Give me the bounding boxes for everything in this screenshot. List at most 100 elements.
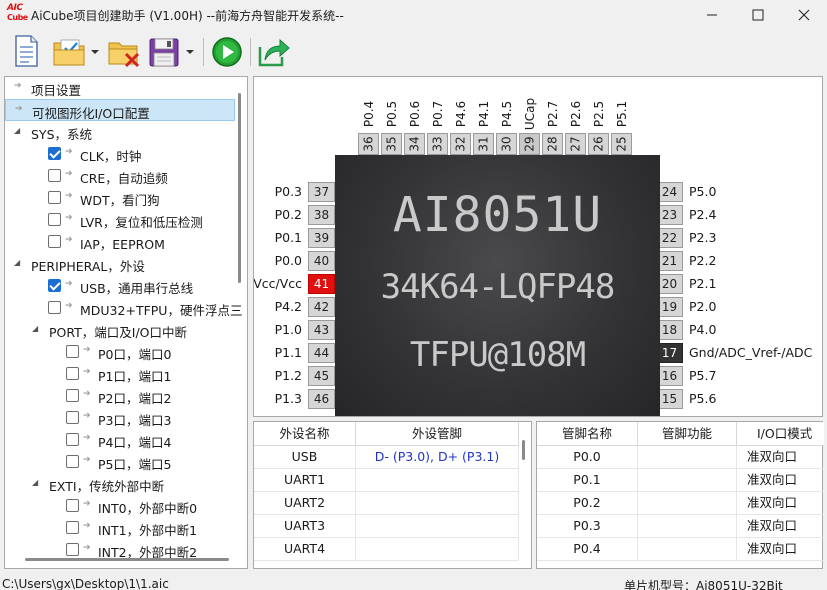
column-header-io-mode[interactable]: I/O口模式 (737, 422, 824, 446)
pin-box[interactable]: 16 (656, 366, 683, 386)
tree-item[interactable]: ➔ P4口，端口4 (5, 429, 235, 451)
tree-item[interactable]: ➔ LVR，复位和低压检测 (5, 209, 235, 231)
column-header-pin-function[interactable]: 管脚功能 (638, 422, 737, 446)
pin-box[interactable]: 20 (656, 274, 683, 294)
peripheral-name-cell[interactable]: UART4 (254, 538, 356, 561)
table-row[interactable]: P0.2 准双向口 (537, 492, 824, 515)
tree-item-checkbox[interactable] (66, 521, 79, 534)
pin-box[interactable]: 27 (565, 133, 586, 155)
table-row[interactable]: P0.3 准双向口 (537, 515, 824, 538)
tree-item[interactable]: ➔ CLK，时钟 (5, 143, 235, 165)
table-row[interactable]: UART2 (254, 492, 519, 515)
pin-name-cell[interactable]: P0.0 (537, 446, 638, 469)
tree-item[interactable]: ➔ P1口，端口1 (5, 363, 235, 385)
close-button[interactable] (781, 0, 827, 30)
save-project-button[interactable] (147, 33, 197, 69)
tree-item[interactable]: ➔ P0口，端口0 (5, 341, 235, 363)
io-mode-cell[interactable]: 准双向口 (737, 469, 824, 492)
pin-function-cell[interactable] (638, 469, 737, 492)
tree-item-checkbox[interactable] (48, 235, 61, 248)
table-row[interactable]: UART3 (254, 515, 519, 538)
tree-item[interactable]: ➔ IAP，EEPROM (5, 231, 235, 253)
tree-item[interactable]: ➔ 项目设置 (5, 77, 235, 99)
tree-item-checkbox[interactable] (66, 499, 79, 512)
tree-item-checkbox[interactable] (66, 455, 79, 468)
pin-function-cell[interactable] (638, 515, 737, 538)
open-project-button[interactable] (52, 33, 102, 69)
expand-caret-icon[interactable]: ◢ (32, 478, 38, 487)
tree-item[interactable]: ➔ MDU32+TFPU，硬件浮点三 (5, 297, 242, 319)
tree-item[interactable]: ◢ PORT，端口及I/O口中断 (5, 319, 235, 341)
minimize-button[interactable] (689, 0, 735, 30)
pin-box[interactable]: 45 (308, 366, 335, 386)
pin-name-cell[interactable]: P0.3 (537, 515, 638, 538)
tree-item[interactable]: ◢ EXTI，传统外部中断 (5, 473, 235, 495)
expand-caret-icon[interactable]: ◢ (14, 126, 20, 135)
pin-box[interactable]: 35 (381, 133, 402, 155)
tree-item-checkbox[interactable] (48, 191, 61, 204)
pin-function-cell[interactable] (638, 446, 737, 469)
tree-item-checkbox[interactable] (66, 543, 79, 556)
tree-item[interactable]: ➔ P3口，端口3 (5, 407, 235, 429)
tree-horizontal-scrollbar[interactable] (25, 558, 229, 561)
tree-item[interactable]: ➔ P5口，端口5 (5, 451, 235, 473)
pin-box[interactable]: 18 (656, 320, 683, 340)
tree-item[interactable]: ➔ P2口，端口2 (5, 385, 235, 407)
peripheral-pins-cell[interactable] (356, 538, 519, 561)
tree-item[interactable]: ◢ SYS，系统 (5, 121, 235, 143)
tree-item[interactable]: ➔ 可视图形化I/O口配置 (5, 99, 235, 121)
table-row[interactable]: UART4 (254, 538, 519, 561)
export-button[interactable] (256, 33, 292, 69)
pin-box[interactable]: 29 (519, 133, 540, 155)
table-row[interactable]: P0.1 准双向口 (537, 469, 824, 492)
tree-item-checkbox[interactable] (66, 433, 79, 446)
pin-box[interactable]: 46 (308, 389, 335, 409)
pin-name-cell[interactable]: P0.1 (537, 469, 638, 492)
pin-box[interactable]: 43 (308, 320, 335, 340)
tree-item[interactable]: ◢ PERIPHERAL，外设 (5, 253, 235, 275)
peripheral-name-cell[interactable]: UART1 (254, 469, 356, 492)
io-mode-cell[interactable]: 准双向口 (737, 515, 824, 538)
tree-item[interactable]: ➔ USB，通用串行总线 (5, 275, 235, 297)
tree-item-checkbox[interactable] (66, 389, 79, 402)
tree-item[interactable]: ➔ INT0，外部中断0 (5, 495, 235, 517)
pin-box[interactable]: 33 (427, 133, 448, 155)
pin-box[interactable]: 22 (656, 228, 683, 248)
pin-box[interactable]: 40 (308, 251, 335, 271)
tree-item-checkbox[interactable] (66, 367, 79, 380)
pin-box[interactable]: 34 (404, 133, 425, 155)
peripheral-name-cell[interactable]: UART2 (254, 492, 356, 515)
config-tree[interactable]: ➔ 项目设置 ➔ 可视图形化I/O口配置 ◢ SYS，系统 ➔ CLK，时钟 ➔ CRE，自动追频… (4, 76, 248, 569)
pin-box[interactable]: 30 (496, 133, 517, 155)
io-mode-cell[interactable]: 准双向口 (737, 538, 824, 561)
pin-box[interactable]: 25 (611, 133, 632, 155)
peripheral-pins-cell[interactable]: D- (P3.0), D+ (P3.1) (356, 446, 519, 469)
pin-box[interactable]: 31 (473, 133, 494, 155)
new-project-button[interactable] (10, 33, 42, 69)
pin-box[interactable]: 42 (308, 297, 335, 317)
tree-item-checkbox[interactable] (48, 279, 61, 292)
tree-item[interactable]: ➔ INT1，外部中断1 (5, 517, 235, 539)
table-row[interactable]: USB D- (P3.0), D+ (P3.1) (254, 446, 519, 469)
table-row[interactable]: UART1 (254, 469, 519, 492)
peripheral-table-scrollbar[interactable] (522, 440, 525, 460)
maximize-button[interactable] (735, 0, 781, 30)
pin-box[interactable]: 17 (656, 343, 683, 363)
peripheral-name-cell[interactable]: USB (254, 446, 356, 469)
io-mode-cell[interactable]: 准双向口 (737, 492, 824, 515)
table-row[interactable]: P0.4 准双向口 (537, 538, 824, 561)
table-row[interactable]: P0.0 准双向口 (537, 446, 824, 469)
peripheral-pins-cell[interactable] (356, 469, 519, 492)
tree-item-checkbox[interactable] (66, 345, 79, 358)
close-project-button[interactable] (106, 33, 142, 69)
expand-caret-icon[interactable]: ◢ (32, 324, 38, 333)
pin-box[interactable]: 24 (656, 182, 683, 202)
peripheral-pins-cell[interactable] (356, 515, 519, 538)
pin-box[interactable]: 32 (450, 133, 471, 155)
pin-name-cell[interactable]: P0.2 (537, 492, 638, 515)
pin-function-cell[interactable] (638, 492, 737, 515)
pin-box[interactable]: 41 (308, 274, 335, 294)
column-header-peripheral-name[interactable]: 外设名称 (254, 422, 356, 446)
pin-box[interactable]: 23 (656, 205, 683, 225)
tree-item[interactable]: ➔ CRE，自动追频 (5, 165, 235, 187)
